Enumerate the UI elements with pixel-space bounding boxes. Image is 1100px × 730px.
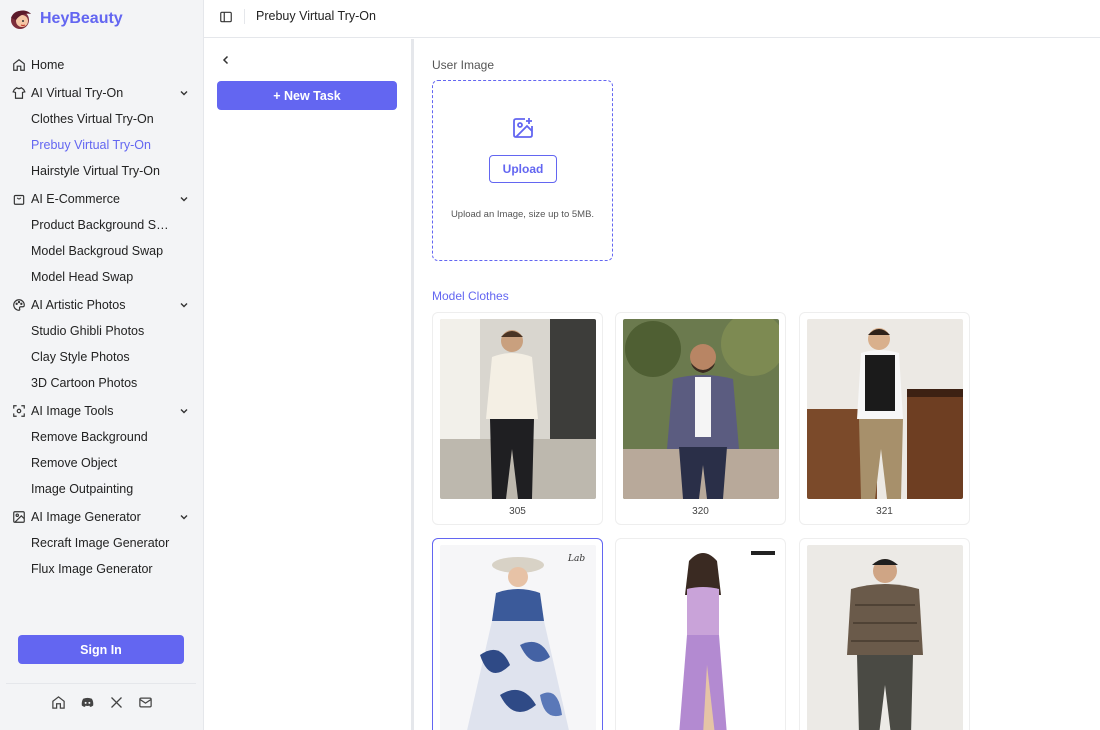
- image-plus-icon: [511, 116, 535, 140]
- image-icon: [12, 510, 26, 524]
- chevron-left-icon[interactable]: [220, 54, 232, 66]
- brand-name: HeyBeauty: [40, 10, 123, 27]
- chevron-down-icon[interactable]: [179, 194, 189, 204]
- sidebar-item-model-background-swap[interactable]: Model Backgroud Swap: [0, 238, 203, 264]
- sidebar-group-e-commerce[interactable]: AI E-Commerce: [0, 185, 203, 212]
- clothes-card[interactable]: 321: [799, 312, 970, 525]
- top-bar: Prebuy Virtual Try-On: [204, 0, 1100, 38]
- clothes-card[interactable]: Lab: [432, 538, 603, 730]
- sidebar-item-3d-cartoon-photos[interactable]: 3D Cartoon Photos: [0, 370, 203, 396]
- sidebar-group-label: AI Virtual Try-On: [31, 85, 124, 100]
- sidebar-nav: Home AI Virtual Try-On Clothes Virtual T…: [0, 51, 203, 582]
- sidebar-item-model-head-swap[interactable]: Model Head Swap: [0, 264, 203, 290]
- chevron-down-icon[interactable]: [179, 406, 189, 416]
- sidebar-group-label: AI Image Tools: [31, 403, 114, 418]
- sidebar-item-clay-style-photos[interactable]: Clay Style Photos: [0, 344, 203, 370]
- sidebar-group-image-generator[interactable]: AI Image Generator: [0, 503, 203, 530]
- breadcrumb: Prebuy Virtual Try-On: [256, 9, 376, 23]
- clothes-card-label: 320: [692, 506, 709, 517]
- model-photo: [807, 545, 963, 730]
- shopping-bag-icon: [12, 192, 26, 206]
- brand-logo-icon: [11, 10, 31, 29]
- clothes-card-label: 305: [509, 506, 526, 517]
- chevron-down-icon[interactable]: [179, 512, 189, 522]
- chevron-down-icon[interactable]: [179, 300, 189, 310]
- sidebar-item-image-outpainting[interactable]: Image Outpainting: [0, 476, 203, 502]
- task-panel: + New Task: [204, 39, 411, 730]
- sidebar-group-image-tools[interactable]: AI Image Tools: [0, 397, 203, 424]
- model-photo: Lab: [440, 545, 596, 730]
- home-icon[interactable]: [51, 695, 66, 710]
- brand[interactable]: HeyBeauty: [8, 6, 123, 32]
- sidebar-item-home[interactable]: Home: [0, 51, 203, 78]
- sidebar-item-studio-ghibli-photos[interactable]: Studio Ghibli Photos: [0, 318, 203, 344]
- model-photo: [623, 545, 779, 730]
- sidebar-divider: [6, 683, 196, 684]
- sidebar-group-artistic-photos[interactable]: AI Artistic Photos: [0, 291, 203, 318]
- sidebar-item-label: Home: [31, 57, 65, 72]
- sidebar-item-product-background-swap[interactable]: Product Background Sw...: [0, 212, 203, 238]
- upload-hint: Upload an Image, size up to 5MB.: [450, 209, 595, 220]
- scan-icon: [12, 404, 26, 418]
- sidebar-item-flux-image-generator[interactable]: Flux Image Generator: [0, 556, 203, 582]
- user-image-label: User Image: [432, 58, 495, 72]
- sidebar-item-recraft-image-generator[interactable]: Recraft Image Generator: [0, 530, 203, 556]
- sidebar-group-label: AI Artistic Photos: [31, 297, 126, 312]
- svg-text:Lab: Lab: [567, 554, 585, 564]
- home-icon: [12, 58, 26, 72]
- chevron-down-icon[interactable]: [179, 88, 189, 98]
- clothes-card[interactable]: 320: [615, 312, 786, 525]
- social-links: [0, 695, 203, 710]
- sidebar-item-prebuy-virtual-try-on[interactable]: Prebuy Virtual Try-On: [0, 132, 203, 158]
- discord-icon[interactable]: [80, 695, 95, 710]
- sidebar-toggle-icon[interactable]: [219, 10, 233, 24]
- new-task-button[interactable]: + New Task: [217, 81, 397, 110]
- topbar-divider: [244, 9, 245, 24]
- clothes-card[interactable]: [799, 538, 970, 730]
- palette-icon: [12, 298, 26, 312]
- upload-button[interactable]: Upload: [489, 155, 557, 183]
- sidebar-item-remove-object[interactable]: Remove Object: [0, 450, 203, 476]
- main-content: User Image Upload Upload an Image, size …: [414, 39, 1100, 730]
- sidebar-item-clothes-virtual-try-on[interactable]: Clothes Virtual Try-On: [0, 106, 203, 132]
- sidebar: HeyBeauty Home AI Virtual Try-On Clothes…: [0, 0, 204, 730]
- sign-in-button[interactable]: Sign In: [18, 635, 184, 664]
- sidebar-group-label: AI Image Generator: [31, 509, 141, 524]
- x-icon[interactable]: [109, 695, 124, 710]
- model-photo: [807, 319, 963, 499]
- app-root: HeyBeauty Home AI Virtual Try-On Clothes…: [0, 0, 1100, 730]
- sidebar-item-remove-background[interactable]: Remove Background: [0, 424, 203, 450]
- sidebar-group-virtual-try-on[interactable]: AI Virtual Try-On: [0, 79, 203, 106]
- clothes-card[interactable]: [615, 538, 786, 730]
- sidebar-item-hairstyle-virtual-try-on[interactable]: Hairstyle Virtual Try-On: [0, 158, 203, 184]
- sidebar-group-label: AI E-Commerce: [31, 191, 120, 206]
- model-photo: [623, 319, 779, 499]
- model-photo: [440, 319, 596, 499]
- upload-dropzone[interactable]: Upload Upload an Image, size up to 5MB.: [432, 80, 613, 261]
- model-clothes-label: Model Clothes: [432, 289, 509, 303]
- clothes-card[interactable]: 305: [432, 312, 603, 525]
- shirt-icon: [12, 86, 26, 100]
- clothes-card-label: 321: [876, 506, 893, 517]
- mail-icon[interactable]: [138, 695, 153, 710]
